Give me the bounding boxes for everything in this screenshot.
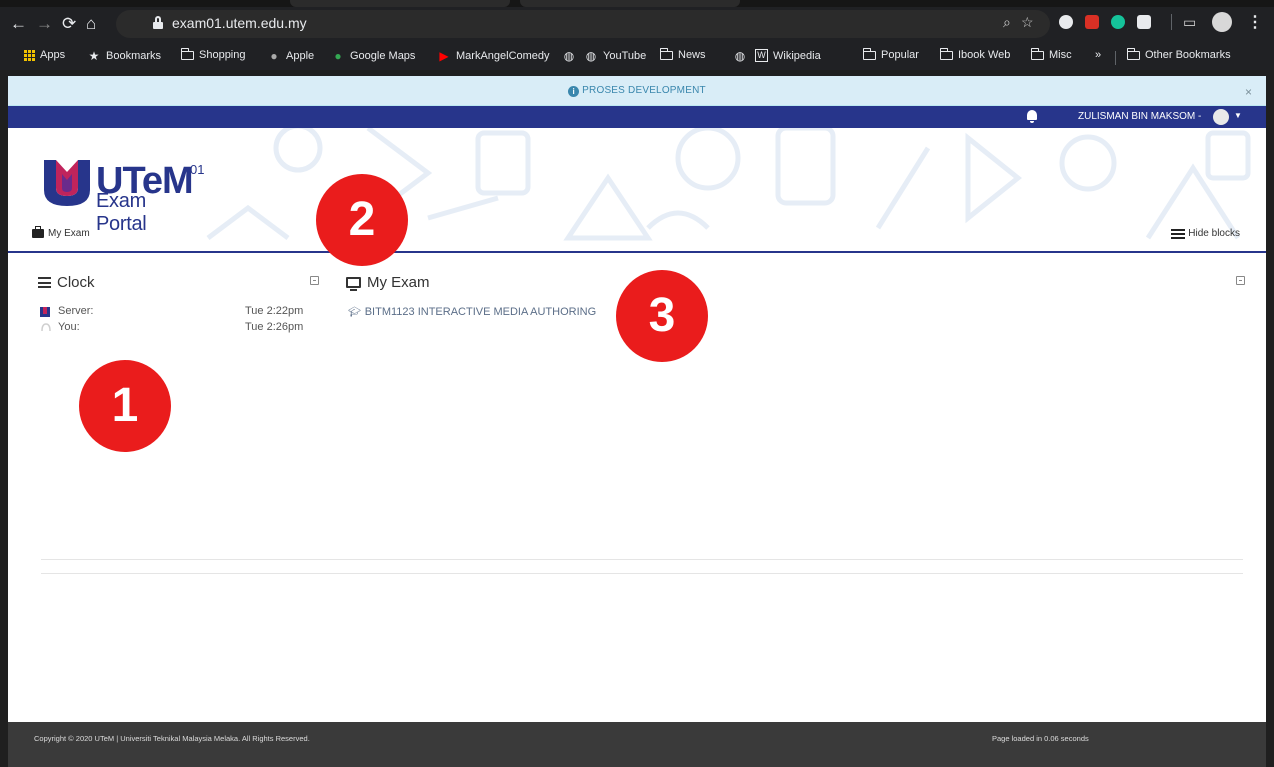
nav-my-exam[interactable]: My Exam (32, 226, 90, 239)
collapse-clock-icon[interactable] (310, 276, 319, 285)
server-label: Server: (58, 305, 94, 317)
my-exam-block-title: My Exam (346, 274, 430, 291)
clock-block-title: Clock (38, 274, 95, 291)
close-icon[interactable]: × (1245, 85, 1252, 99)
map-pin-icon: ● (334, 49, 342, 63)
star-icon: ★ (88, 49, 100, 63)
bookmark-youtube[interactable]: ◍ YouTube (584, 49, 646, 63)
bookmark-misc[interactable]: Misc (1030, 47, 1072, 61)
menu-kebab-icon[interactable]: ⋮ (1247, 12, 1263, 32)
course-link[interactable]: 🎓︎ BITM1123 INTERACTIVE MEDIA AUTHORING (348, 306, 596, 318)
bookmarks-bar: Apps ★ Bookmarks Shopping ● Apple ● Goog… (0, 45, 1274, 70)
bookmark-wikipedia[interactable]: W Wikipedia (755, 49, 821, 62)
home-icon[interactable]: ⌂ (86, 14, 96, 34)
bookmark-popular[interactable]: Popular (862, 47, 919, 61)
page-header: UTeM 01 Exam Portal My Exam Hide blocks (8, 128, 1266, 251)
extension-icon[interactable] (1137, 15, 1151, 29)
web-page: i PROSES DEVELOPMENT × ZULISMAN BIN MAKSO… (8, 76, 1266, 767)
url-text[interactable]: exam01.utem.edu.my (172, 15, 307, 31)
folder-icon (1030, 47, 1044, 60)
folder-icon (659, 47, 673, 60)
folder-icon (1126, 47, 1140, 60)
bookmark-google-maps[interactable]: ● Google Maps (331, 49, 415, 63)
monitor-icon (346, 277, 361, 291)
wikipedia-icon: W (755, 49, 768, 62)
bookmark-bookmarks[interactable]: ★ Bookmarks (87, 49, 161, 63)
bookmarks-divider (1115, 51, 1116, 65)
utem-logo[interactable]: UTeM 01 Exam Portal (40, 148, 204, 235)
bookmark-shopping[interactable]: Shopping (180, 47, 246, 61)
user-bar: ZULISMAN BIN MAKSOM - ▼ (8, 106, 1266, 128)
bookmark-apple[interactable]: ● Apple (267, 49, 314, 63)
bookmarks-overflow-icon[interactable]: » (1095, 49, 1101, 61)
grammarly-extension-icon[interactable] (1111, 15, 1125, 29)
hide-blocks-button[interactable]: Hide blocks (1171, 228, 1240, 239)
zoom-icon[interactable]: ⌕ (1003, 14, 1011, 31)
toolbar-divider (1171, 14, 1172, 30)
callout-3: 3 (616, 270, 708, 362)
callout-2: 2 (316, 174, 408, 266)
bookmark-extension-icon[interactable] (1085, 15, 1099, 29)
graduation-cap-icon: 🎓︎ (348, 306, 361, 318)
bookmark-other[interactable]: Other Bookmarks (1126, 47, 1231, 61)
folder-icon (939, 47, 953, 60)
collapse-my-exam-icon[interactable] (1236, 276, 1245, 285)
user-name[interactable]: ZULISMAN BIN MAKSOM - (1078, 111, 1201, 122)
callout-1: 1 (79, 360, 171, 452)
bookmark-globe-2[interactable]: ◍ (733, 49, 747, 63)
user-time: Tue 2:26pm (245, 321, 304, 333)
bookmark-news[interactable]: News (659, 47, 706, 61)
server-time: Tue 2:22pm (245, 305, 304, 317)
folder-icon (862, 47, 876, 60)
profile-avatar[interactable] (1212, 12, 1232, 32)
youtube-icon: ▶ (439, 49, 449, 63)
globe-icon: ◍ (563, 49, 575, 63)
wordpress-extension-icon[interactable] (1059, 15, 1073, 29)
apple-icon: ● (270, 49, 278, 63)
bookmark-star-icon[interactable]: ☆ (1021, 14, 1034, 31)
avatar[interactable] (1213, 109, 1229, 125)
list-icon (1171, 228, 1186, 239)
user-label: You: (58, 321, 80, 333)
reload-icon[interactable]: ⟳ (62, 14, 76, 34)
caret-down-icon[interactable]: ▼ (1234, 111, 1242, 120)
nav-divider (8, 251, 1266, 253)
globe-icon: ◍ (585, 49, 597, 63)
bookmark-globe[interactable]: ◍ (562, 49, 576, 63)
bookmark-apps[interactable]: Apps (24, 49, 65, 61)
bell-icon[interactable] (1027, 110, 1037, 123)
info-icon: i (568, 86, 580, 97)
forward-arrow-icon[interactable]: → (36, 14, 53, 34)
apps-grid-icon (24, 49, 35, 61)
dev-notice-banner: i PROSES DEVELOPMENT × (8, 76, 1266, 106)
briefcase-icon (32, 226, 44, 238)
browser-tab[interactable] (520, 0, 740, 7)
back-arrow-icon[interactable]: ← (10, 14, 27, 34)
copyright-text: Copyright © 2020 UTeM | Universiti Tekni… (34, 734, 310, 743)
lock-icon[interactable] (153, 16, 163, 30)
hamburger-icon (38, 277, 51, 288)
globe-icon: ◍ (734, 49, 746, 63)
notice-text: PROSES DEVELOPMENT (582, 85, 706, 96)
logo-emblem-icon (44, 160, 90, 206)
folder-icon (180, 47, 194, 60)
page-load-time: Page loaded in 0.06 seconds (992, 734, 1089, 743)
browser-tab[interactable] (290, 0, 510, 7)
server-logo-icon (40, 307, 50, 317)
bookmark-ibook-web[interactable]: Ibook Web (939, 47, 1010, 61)
divider (41, 573, 1243, 574)
cast-icon[interactable]: ▭ (1183, 14, 1196, 31)
user-avatar-icon (41, 323, 51, 332)
divider (41, 559, 1243, 560)
page-footer: Copyright © 2020 UTeM | Universiti Tekni… (8, 722, 1266, 767)
browser-toolbar: ← → ⟳ ⌂ exam01.utem.edu.my ⌕ ☆ ▭ ⋮ (0, 0, 1274, 45)
bookmark-markangelcomedy[interactable]: ▶ MarkAngelComedy (437, 49, 549, 63)
